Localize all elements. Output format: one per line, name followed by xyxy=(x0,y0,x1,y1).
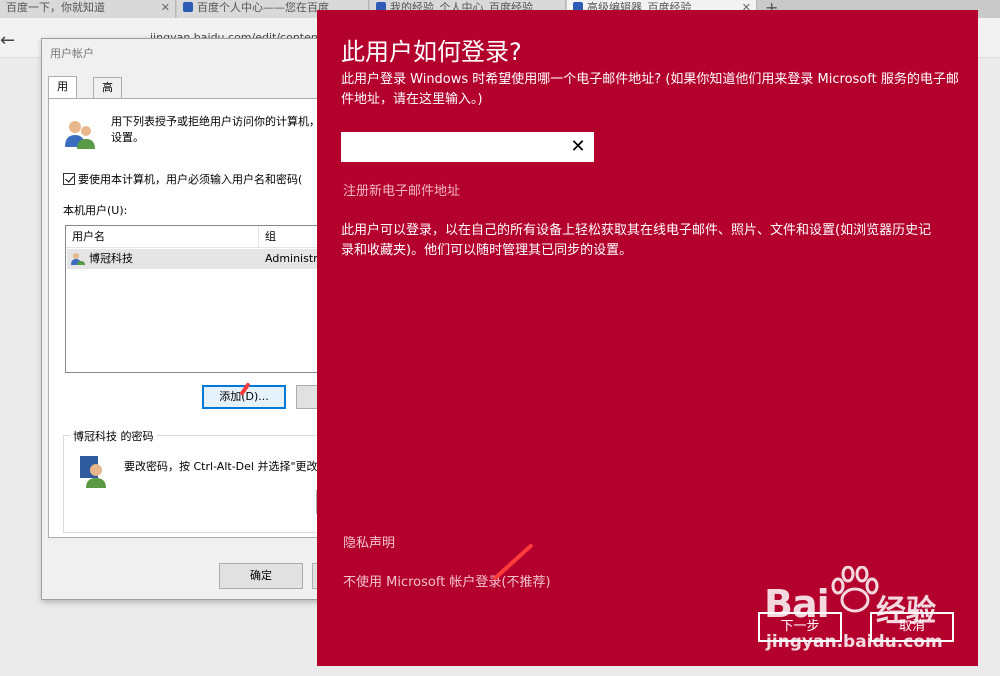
email-prompt-text: 此用户登录 Windows 时希望使用哪一个电子邮件地址? (如果你知道他们用来… xyxy=(341,72,959,107)
clear-icon[interactable]: ✕ xyxy=(568,137,588,157)
tab-title: 百度一下，你就知道 xyxy=(6,1,105,14)
user-password-icon xyxy=(80,456,106,488)
password-instructions: 要改密码，按 Ctrl-Alt-Del 并选择"更改密码" xyxy=(124,460,334,473)
privacy-statement-link[interactable]: 隐私声明 xyxy=(343,532,395,551)
password-group: 博冠科技 的密码 要改密码，按 Ctrl-Alt-Del 并选择"更改密码" xyxy=(63,428,336,533)
no-microsoft-account-link[interactable]: 不使用 Microsoft 帐户登录(不推荐) xyxy=(343,571,551,590)
column-header-username[interactable]: 用户名 xyxy=(66,226,259,248)
dialog-title: 用户帐户 xyxy=(50,47,94,60)
browser-tab[interactable]: 百度一下，你就知道 ✕ xyxy=(0,0,176,18)
back-arrow-icon[interactable]: ← xyxy=(0,30,15,51)
user-accounts-dialog: 用户帐户 用户 高级 用下列表授予或拒绝用户访问你的计算机， 设置。 要使用本计… xyxy=(41,38,338,600)
tab-advanced[interactable]: 高级 xyxy=(93,77,122,114)
user-icon xyxy=(71,253,85,265)
intro-line: 用下列表授予或拒绝用户访问你的计算机， xyxy=(111,115,320,128)
tab-title: 百度个人中心——您在百度 xyxy=(197,1,329,14)
table-row[interactable]: 博冠科技 Administrators xyxy=(67,249,334,269)
checkbox-checked[interactable] xyxy=(63,173,75,185)
next-button[interactable]: 下一步 xyxy=(758,612,842,642)
tab-users[interactable]: 用户 xyxy=(48,76,77,113)
local-users-label: 本机用户(U): xyxy=(63,204,128,217)
list-header: 用户名 组 xyxy=(66,226,334,248)
signup-email-link[interactable]: 注册新电子邮件地址 xyxy=(343,180,460,199)
baidu-paw-icon xyxy=(183,2,193,12)
password-group-label: 博冠科技 的密码 xyxy=(70,428,157,444)
users-icon xyxy=(65,121,95,149)
intro-line: 设置。 xyxy=(111,131,144,144)
local-users-list[interactable]: 用户名 组 博冠科技 Administrators xyxy=(65,225,335,373)
checkbox-label: 要使用本计算机，用户必须输入用户名和密码( xyxy=(78,173,303,186)
user-name-cell: 博冠科技 xyxy=(89,252,133,265)
ok-button[interactable]: 确定 xyxy=(219,563,303,589)
microsoft-account-panel: 此用户如何登录? 此用户登录 Windows 时希望使用哪一个电子邮件地址? (… xyxy=(317,10,978,666)
close-icon[interactable]: ✕ xyxy=(161,0,170,16)
require-login-checkbox[interactable]: 要使用本计算机，用户必须输入用户名和密码( xyxy=(63,171,333,187)
email-field[interactable] xyxy=(341,132,594,162)
account-info-text: 此用户可以登录，以在自己的所有设备上轻松获取其在线电子邮件、照片、文件和设置(如… xyxy=(341,223,932,258)
cancel-button[interactable]: 取消 xyxy=(870,612,954,642)
page-title: 此用户如何登录? xyxy=(341,38,522,66)
intro-text: 用下列表授予或拒绝用户访问你的计算机， 设置。 xyxy=(111,114,331,146)
users-tab-panel: 用下列表授予或拒绝用户访问你的计算机， 设置。 要使用本计算机，用户必须输入用户… xyxy=(48,98,336,538)
